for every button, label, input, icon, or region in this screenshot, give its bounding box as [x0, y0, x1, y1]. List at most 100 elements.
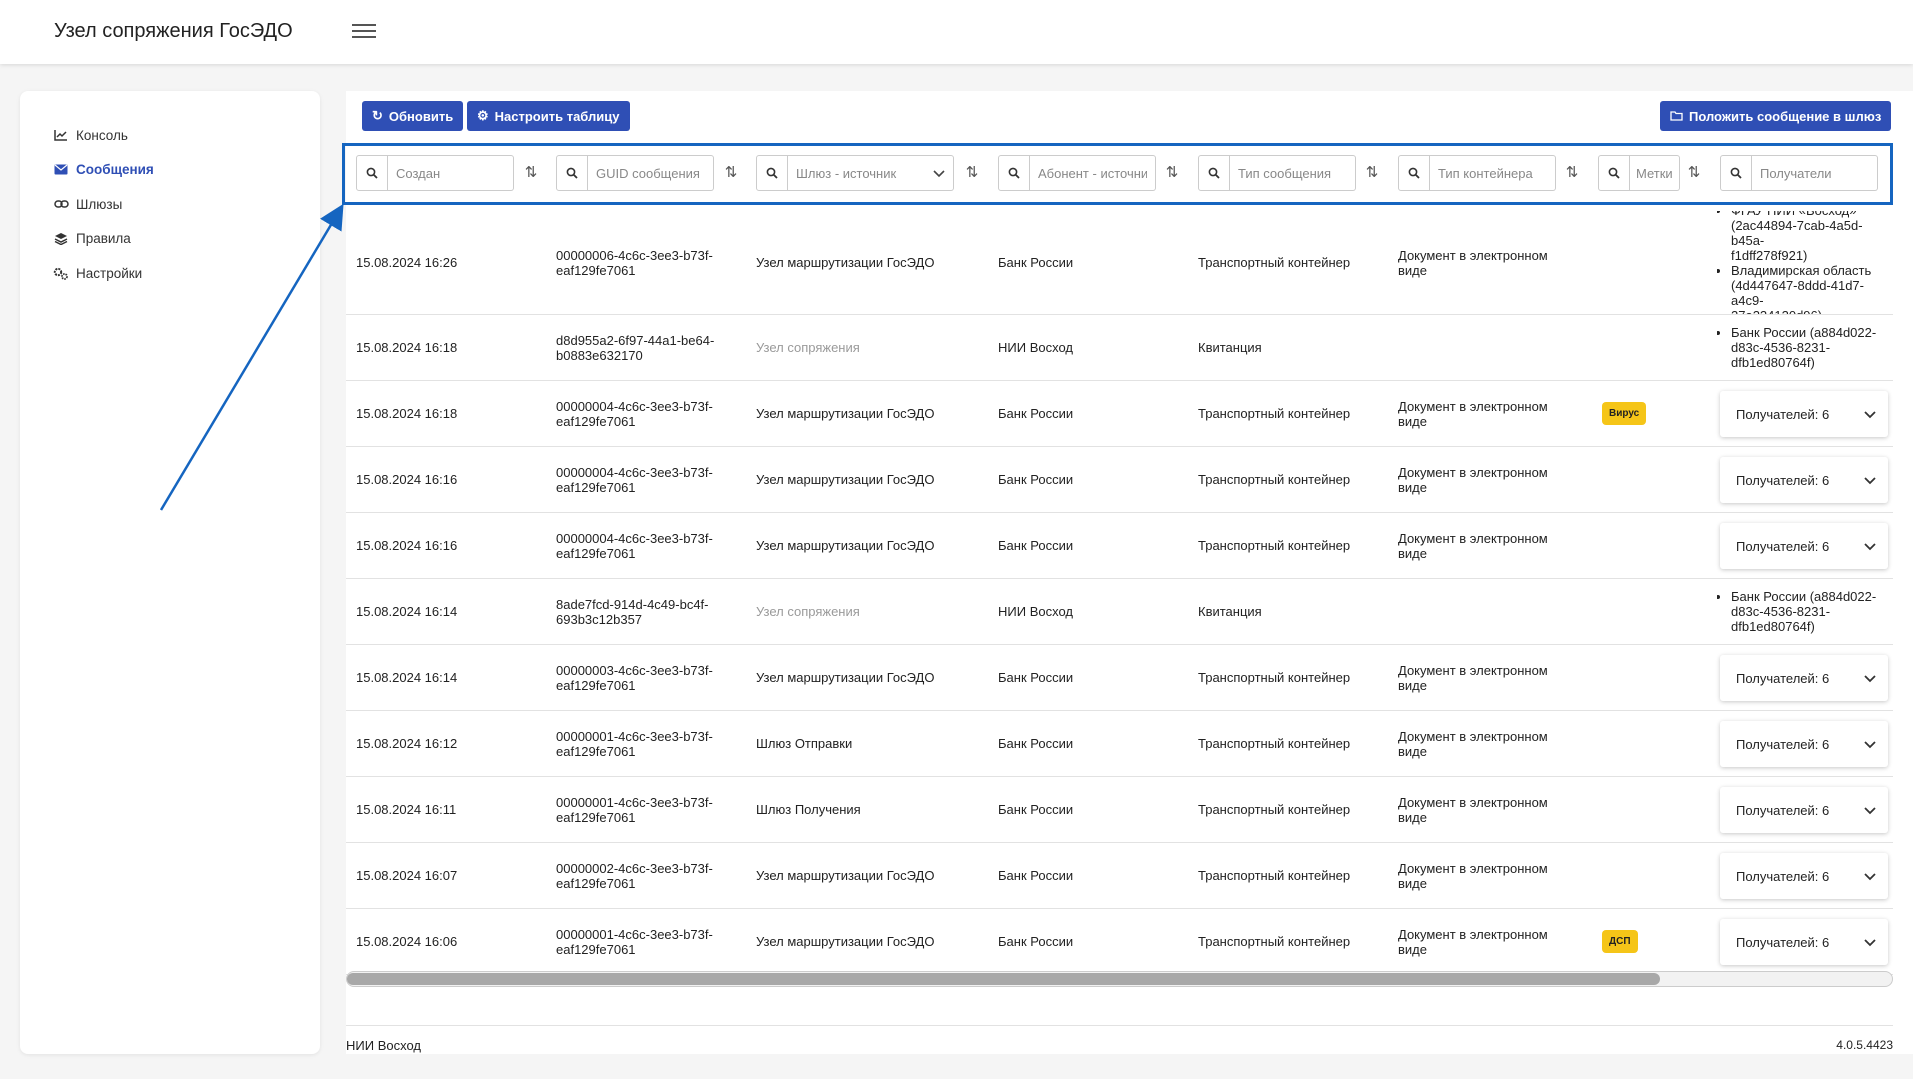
refresh-icon: ↻: [372, 108, 383, 123]
chevron-down-icon: [1864, 473, 1876, 488]
hamburger-menu-icon[interactable]: [352, 20, 376, 42]
table-row[interactable]: 15.08.2024 16:18 d8d955a2-6f97-44a1-be64-…: [346, 315, 1893, 381]
cell-gateway: Узел маршрутизации ГосЭДО: [756, 670, 935, 685]
cell-subscriber: Банк России: [998, 406, 1074, 421]
cell-guid: 00000004-4c6c-3ee3-b73f- eaf129fe7061: [556, 398, 713, 429]
filter-guid-input[interactable]: [588, 155, 714, 191]
recipients-count: Получателей: 6: [1736, 406, 1830, 422]
filter-gateway-select[interactable]: Шлюз - источник: [788, 155, 954, 191]
table-row[interactable]: 15.08.2024 16:14 00000003-4c6c-3ee3-b73f-…: [346, 645, 1893, 711]
filter-tags-input[interactable]: [1630, 155, 1680, 191]
sidebar-item-messages[interactable]: Сообщения: [52, 158, 154, 180]
cell-msg-type: Транспортный контейнер: [1198, 802, 1351, 817]
cell-guid: 00000003-4c6c-3ee3-b73f- eaf129fe7061: [556, 662, 713, 693]
table-row[interactable]: 15.08.2024 16:18 00000004-4c6c-3ee3-b73f-…: [346, 381, 1893, 447]
cell-created: 15.08.2024 16:18: [356, 340, 458, 355]
folder-icon: [1670, 109, 1683, 124]
search-icon[interactable]: [356, 155, 388, 191]
filter-created-input[interactable]: [388, 155, 514, 191]
cell-created: 15.08.2024 16:14: [356, 670, 458, 685]
gears-icon: [52, 267, 70, 280]
horizontal-scrollbar-thumb[interactable]: [347, 973, 1660, 985]
sort-icon[interactable]: ⇅: [1163, 163, 1181, 183]
chevron-down-icon: [1864, 803, 1876, 818]
table-row[interactable]: 15.08.2024 16:07 00000002-4c6c-3ee3-b73f-…: [346, 843, 1893, 909]
recipients-count: Получателей: 6: [1736, 472, 1830, 488]
sidebar-item-rules[interactable]: Правила: [52, 227, 131, 249]
cell-gateway: Узел маршрутизации ГосЭДО: [756, 538, 935, 553]
table-row[interactable]: 15.08.2024 16:16 00000004-4c6c-3ee3-b73f-…: [346, 447, 1893, 513]
sort-icon[interactable]: ⇅: [722, 163, 740, 183]
cell-container: [1398, 579, 1588, 644]
refresh-button[interactable]: ↻ Обновить: [362, 101, 464, 131]
cell-msg-type: Транспортный контейнер: [1198, 736, 1351, 751]
app-version: 4.0.5.4423: [1836, 1038, 1893, 1052]
sort-icon[interactable]: ⇅: [1363, 163, 1381, 183]
search-icon[interactable]: [1720, 155, 1752, 191]
recipients-list: Банк России (a884d022- d83c-4536-8231- d…: [1717, 315, 1893, 380]
sidebar-item-console[interactable]: Консоль: [52, 124, 128, 146]
sort-icon[interactable]: ⇅: [1563, 163, 1581, 183]
recipients-dropdown[interactable]: Получателей: 6: [1720, 853, 1888, 899]
cell-container: Документ в электронном виде: [1398, 860, 1548, 891]
cell-container: Документ в электронном виде: [1398, 926, 1548, 957]
sort-icon[interactable]: ⇅: [1685, 163, 1703, 183]
tag-badge: Вирус: [1602, 402, 1647, 425]
sort-icon[interactable]: ⇅: [963, 163, 981, 183]
search-icon[interactable]: [1398, 155, 1430, 191]
put-message-button[interactable]: Положить сообщение в шлюз: [1660, 101, 1892, 131]
filter-container-type-input[interactable]: [1430, 155, 1556, 191]
cell-gateway: Узел сопряжения: [756, 604, 860, 619]
cell-gateway: Шлюз Получения: [756, 802, 861, 817]
cell-created: 15.08.2024 16:16: [356, 538, 458, 553]
sidebar-item-gateways[interactable]: Шлюзы: [52, 193, 122, 215]
tags-cell: Вирус: [1602, 381, 1692, 446]
table-row[interactable]: 15.08.2024 16:14 8ade7fcd-914d-4c49-bc4f-…: [346, 579, 1893, 645]
cell-subscriber: Банк России: [998, 670, 1074, 685]
cell-subscriber: Банк России: [998, 868, 1074, 883]
cell-gateway: Узел маршрутизации ГосЭДО: [756, 255, 935, 270]
recipients-dropdown[interactable]: Получателей: 6: [1720, 391, 1888, 437]
cell-created: 15.08.2024 16:26: [356, 255, 458, 270]
recipients-dropdown[interactable]: Получателей: 6: [1720, 523, 1888, 569]
search-icon[interactable]: [556, 155, 588, 191]
cell-guid: d8d955a2-6f97-44a1-be64- b0883e632170: [556, 332, 715, 363]
sidebar: Консоль Сообщения Шлюзы Правила Настройк…: [20, 91, 320, 1054]
footer-divider: [346, 1025, 1893, 1026]
filter-message-type-input[interactable]: [1230, 155, 1356, 191]
recipients-dropdown[interactable]: Получателей: 6: [1720, 655, 1888, 701]
search-icon[interactable]: [1598, 155, 1630, 191]
sidebar-item-settings[interactable]: Настройки: [52, 262, 142, 284]
layers-icon: [52, 232, 70, 245]
horizontal-scrollbar[interactable]: [346, 971, 1893, 987]
filter-recipients-input[interactable]: [1752, 155, 1878, 191]
cell-subscriber: Банк России: [998, 472, 1074, 487]
table-row[interactable]: 15.08.2024 16:11 00000001-4c6c-3ee3-b73f-…: [346, 777, 1893, 843]
cell-created: 15.08.2024 16:11: [356, 802, 457, 817]
recipients-dropdown[interactable]: Получателей: 6: [1720, 919, 1888, 965]
table-row[interactable]: 15.08.2024 16:06 00000001-4c6c-3ee3-b73f-…: [346, 909, 1893, 975]
filter-subscriber-input[interactable]: [1030, 155, 1156, 191]
sort-icon[interactable]: ⇅: [522, 163, 540, 183]
table-row[interactable]: 15.08.2024 16:26 00000006-4c6c-3ee3-b73f-…: [346, 211, 1893, 315]
recipients-dropdown[interactable]: Получателей: 6: [1720, 457, 1888, 503]
cell-container: Документ в электронном виде: [1398, 464, 1548, 495]
search-icon[interactable]: [998, 155, 1030, 191]
cell-gateway: Узел маршрутизации ГосЭДО: [756, 406, 935, 421]
table-row[interactable]: 15.08.2024 16:12 00000001-4c6c-3ee3-b73f-…: [346, 711, 1893, 777]
cell-msg-type: Квитанция: [1198, 604, 1262, 619]
search-icon[interactable]: [756, 155, 788, 191]
recipient-item: ФГАУ НИИ «Восход» (2ac44894-7cab-4a5d-b4…: [1731, 211, 1893, 263]
cell-subscriber: Банк России: [998, 736, 1074, 751]
search-icon[interactable]: [1198, 155, 1230, 191]
table-row[interactable]: 15.08.2024 16:16 00000004-4c6c-3ee3-b73f-…: [346, 513, 1893, 579]
cell-guid: 8ade7fcd-914d-4c49-bc4f- 693b3c12b357: [556, 596, 709, 627]
chevron-down-icon: [1864, 539, 1876, 554]
recipients-dropdown[interactable]: Получателей: 6: [1720, 787, 1888, 833]
configure-table-button[interactable]: ⚙ Настроить таблицу: [467, 101, 630, 131]
messages-table: 15.08.2024 16:26 00000006-4c6c-3ee3-b73f-…: [346, 211, 1893, 975]
recipients-dropdown[interactable]: Получателей: 6: [1720, 721, 1888, 767]
link-icon: [52, 199, 70, 209]
cell-created: 15.08.2024 16:18: [356, 406, 458, 421]
cell-guid: 00000004-4c6c-3ee3-b73f- eaf129fe7061: [556, 464, 713, 495]
